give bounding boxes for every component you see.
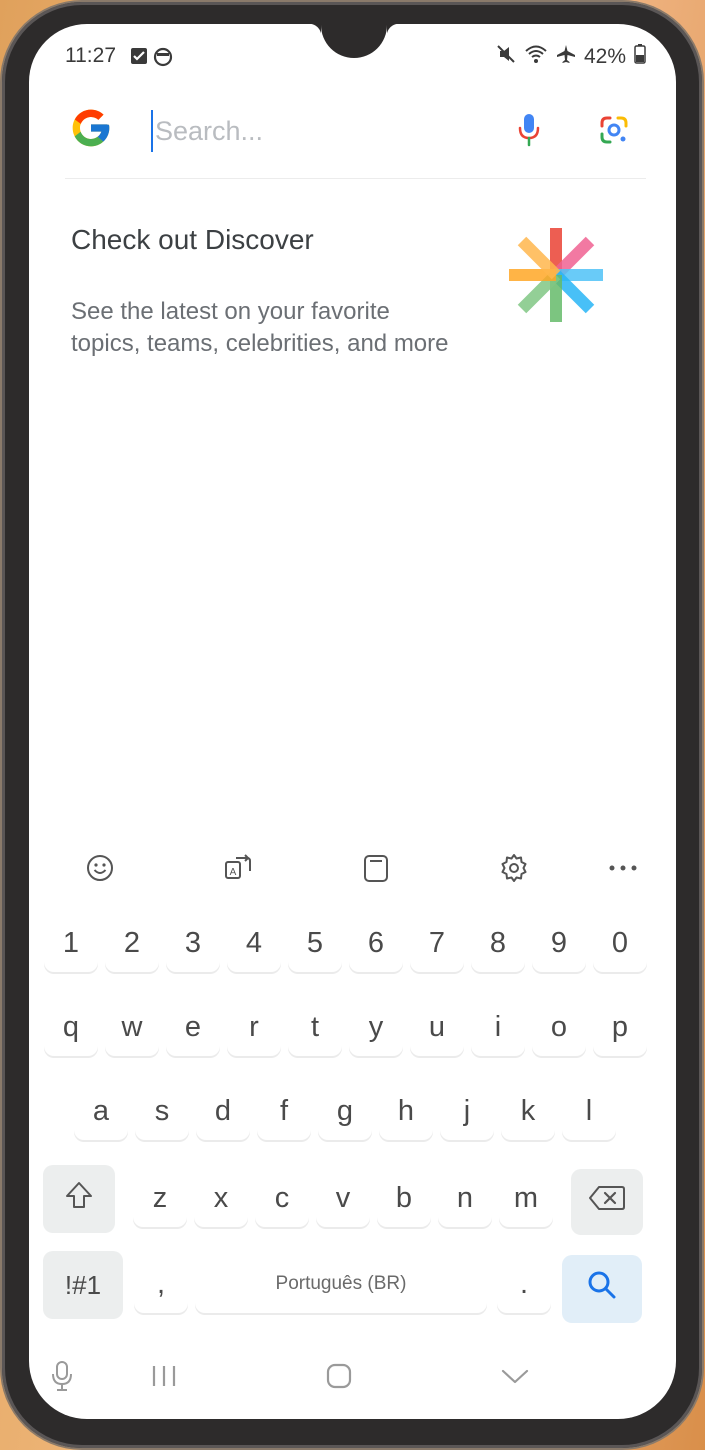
discover-title: Check out Discover [71,224,314,255]
translate-icon[interactable]: A [220,850,256,886]
circle-app-icon [153,47,173,73]
key-u[interactable]: u [410,998,464,1056]
emoji-icon[interactable] [82,850,118,886]
key-7[interactable]: 7 [410,914,464,972]
battery-icon [634,44,646,70]
shift-icon [64,1180,94,1218]
phone-frame: 11:27 42% Search... Check out Discover S… [2,2,702,1448]
search-divider [65,178,646,179]
home-icon[interactable] [319,1358,359,1394]
keyboard-toolbar: A [29,844,676,892]
screen: 11:27 42% Search... Check out Discover S… [29,24,676,1419]
key-d[interactable]: d [196,1082,250,1140]
more-icon[interactable] [605,850,641,886]
status-time: 11:27 [65,44,116,67]
voice-search-mic-icon[interactable] [509,110,549,150]
key-c[interactable]: c [255,1169,309,1227]
hide-keyboard-chevron-icon[interactable] [495,1358,535,1394]
symbols-key[interactable]: !#1 [43,1251,123,1319]
key-q[interactable]: q [44,998,98,1056]
key-l[interactable]: l [562,1082,616,1140]
period-key[interactable]: . [497,1255,551,1313]
key-h[interactable]: h [379,1082,433,1140]
comma-key[interactable]: , [134,1255,188,1313]
keyboard-mic-icon[interactable] [42,1358,82,1394]
key-g[interactable]: g [318,1082,372,1140]
discover-asterisk-icon [503,222,609,328]
settings-icon[interactable] [496,850,532,886]
key-r[interactable]: r [227,998,281,1056]
key-o[interactable]: o [532,998,586,1056]
google-lens-icon[interactable] [594,110,634,150]
key-i[interactable]: i [471,998,525,1056]
mute-icon [496,44,516,70]
key-w[interactable]: w [105,998,159,1056]
key-f[interactable]: f [257,1082,311,1140]
key-n[interactable]: n [438,1169,492,1227]
key-b[interactable]: b [377,1169,431,1227]
google-logo-icon [69,106,113,150]
key-m[interactable]: m [499,1169,553,1227]
checkbox-notification-icon [130,47,148,71]
key-a[interactable]: a [74,1082,128,1140]
key-6[interactable]: 6 [349,914,403,972]
shift-key[interactable] [43,1165,115,1233]
airplane-icon [556,44,576,70]
search-icon [586,1269,618,1309]
key-e[interactable]: e [166,998,220,1056]
key-p[interactable]: p [593,998,647,1056]
key-y[interactable]: y [349,998,403,1056]
wifi-icon [524,44,548,70]
svg-text:A: A [230,867,237,878]
space-bar[interactable]: Português (BR) [195,1255,487,1313]
key-1[interactable]: 1 [44,914,98,972]
search-input[interactable] [151,110,457,152]
key-5[interactable]: 5 [288,914,342,972]
key-3[interactable]: 3 [166,914,220,972]
key-x[interactable]: x [194,1169,248,1227]
key-8[interactable]: 8 [471,914,525,972]
backspace-key[interactable] [571,1169,643,1235]
search-key[interactable] [562,1255,642,1323]
system-nav-bar [29,1352,676,1402]
key-k[interactable]: k [501,1082,555,1140]
key-v[interactable]: v [316,1169,370,1227]
status-bar: 11:27 42% [29,44,676,74]
key-4[interactable]: 4 [227,914,281,972]
battery-percent: 42% [583,45,626,68]
key-z[interactable]: z [133,1169,187,1227]
key-0[interactable]: 0 [593,914,647,972]
clipboard-icon[interactable] [358,850,394,886]
key-2[interactable]: 2 [105,914,159,972]
key-s[interactable]: s [135,1082,189,1140]
key-t[interactable]: t [288,998,342,1056]
key-9[interactable]: 9 [532,914,586,972]
key-j[interactable]: j [440,1082,494,1140]
search-bar [29,96,676,172]
recent-apps-icon[interactable] [144,1358,184,1394]
discover-description: See the latest on your favorite topics, … [71,298,449,357]
backspace-icon [588,1185,626,1219]
